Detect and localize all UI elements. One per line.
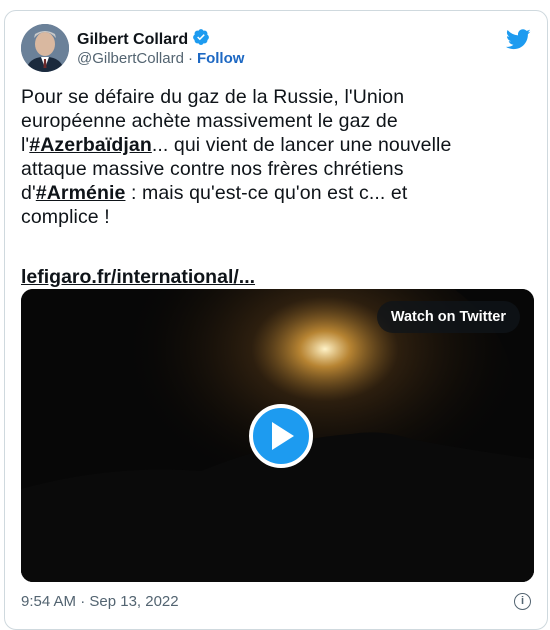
tweet-line: complice ! bbox=[21, 206, 110, 228]
info-icon[interactable]: i bbox=[514, 593, 531, 610]
tweet-card[interactable]: Gilbert Collard @GilbertCollard · Follow… bbox=[4, 10, 548, 630]
verified-badge-icon bbox=[192, 28, 210, 51]
hashtag-armenie[interactable]: #Arménie bbox=[36, 182, 126, 204]
author-name[interactable]: Gilbert Collard bbox=[77, 31, 188, 49]
tweet-line: attaque massive contre nos frères chréti… bbox=[21, 158, 404, 180]
follow-button[interactable]: Follow bbox=[197, 50, 245, 67]
avatar[interactable] bbox=[21, 24, 69, 72]
watch-on-twitter-button[interactable]: Watch on Twitter bbox=[376, 301, 520, 333]
tweet-line: européenne achète massivement le gaz de bbox=[21, 110, 398, 132]
twitter-logo-icon[interactable] bbox=[505, 29, 531, 55]
tweet-text: Pour se défaire du gaz de la Russie, l'U… bbox=[21, 85, 526, 229]
play-icon bbox=[272, 422, 294, 450]
tweet-line: l'#Azerbaïdjan... qui vient de lancer un… bbox=[21, 134, 452, 156]
hashtag-azerbaidjan[interactable]: #Azerbaïdjan bbox=[29, 134, 152, 156]
play-button[interactable] bbox=[249, 404, 313, 468]
avatar-photo bbox=[21, 24, 69, 72]
tweet-line: d'#Arménie : mais qu'est-ce qu'on est c.… bbox=[21, 182, 408, 204]
author-handle[interactable]: @GilbertCollard bbox=[77, 50, 184, 67]
tweet-line: Pour se défaire du gaz de la Russie, l'U… bbox=[21, 86, 405, 108]
tweet-timestamp[interactable]: 9:54 AM · Sep 13, 2022 bbox=[21, 593, 179, 610]
article-link[interactable]: lefigaro.fr/international/... bbox=[21, 266, 255, 289]
separator-dot: · bbox=[187, 50, 193, 67]
video-player[interactable]: Watch on Twitter bbox=[21, 289, 534, 582]
